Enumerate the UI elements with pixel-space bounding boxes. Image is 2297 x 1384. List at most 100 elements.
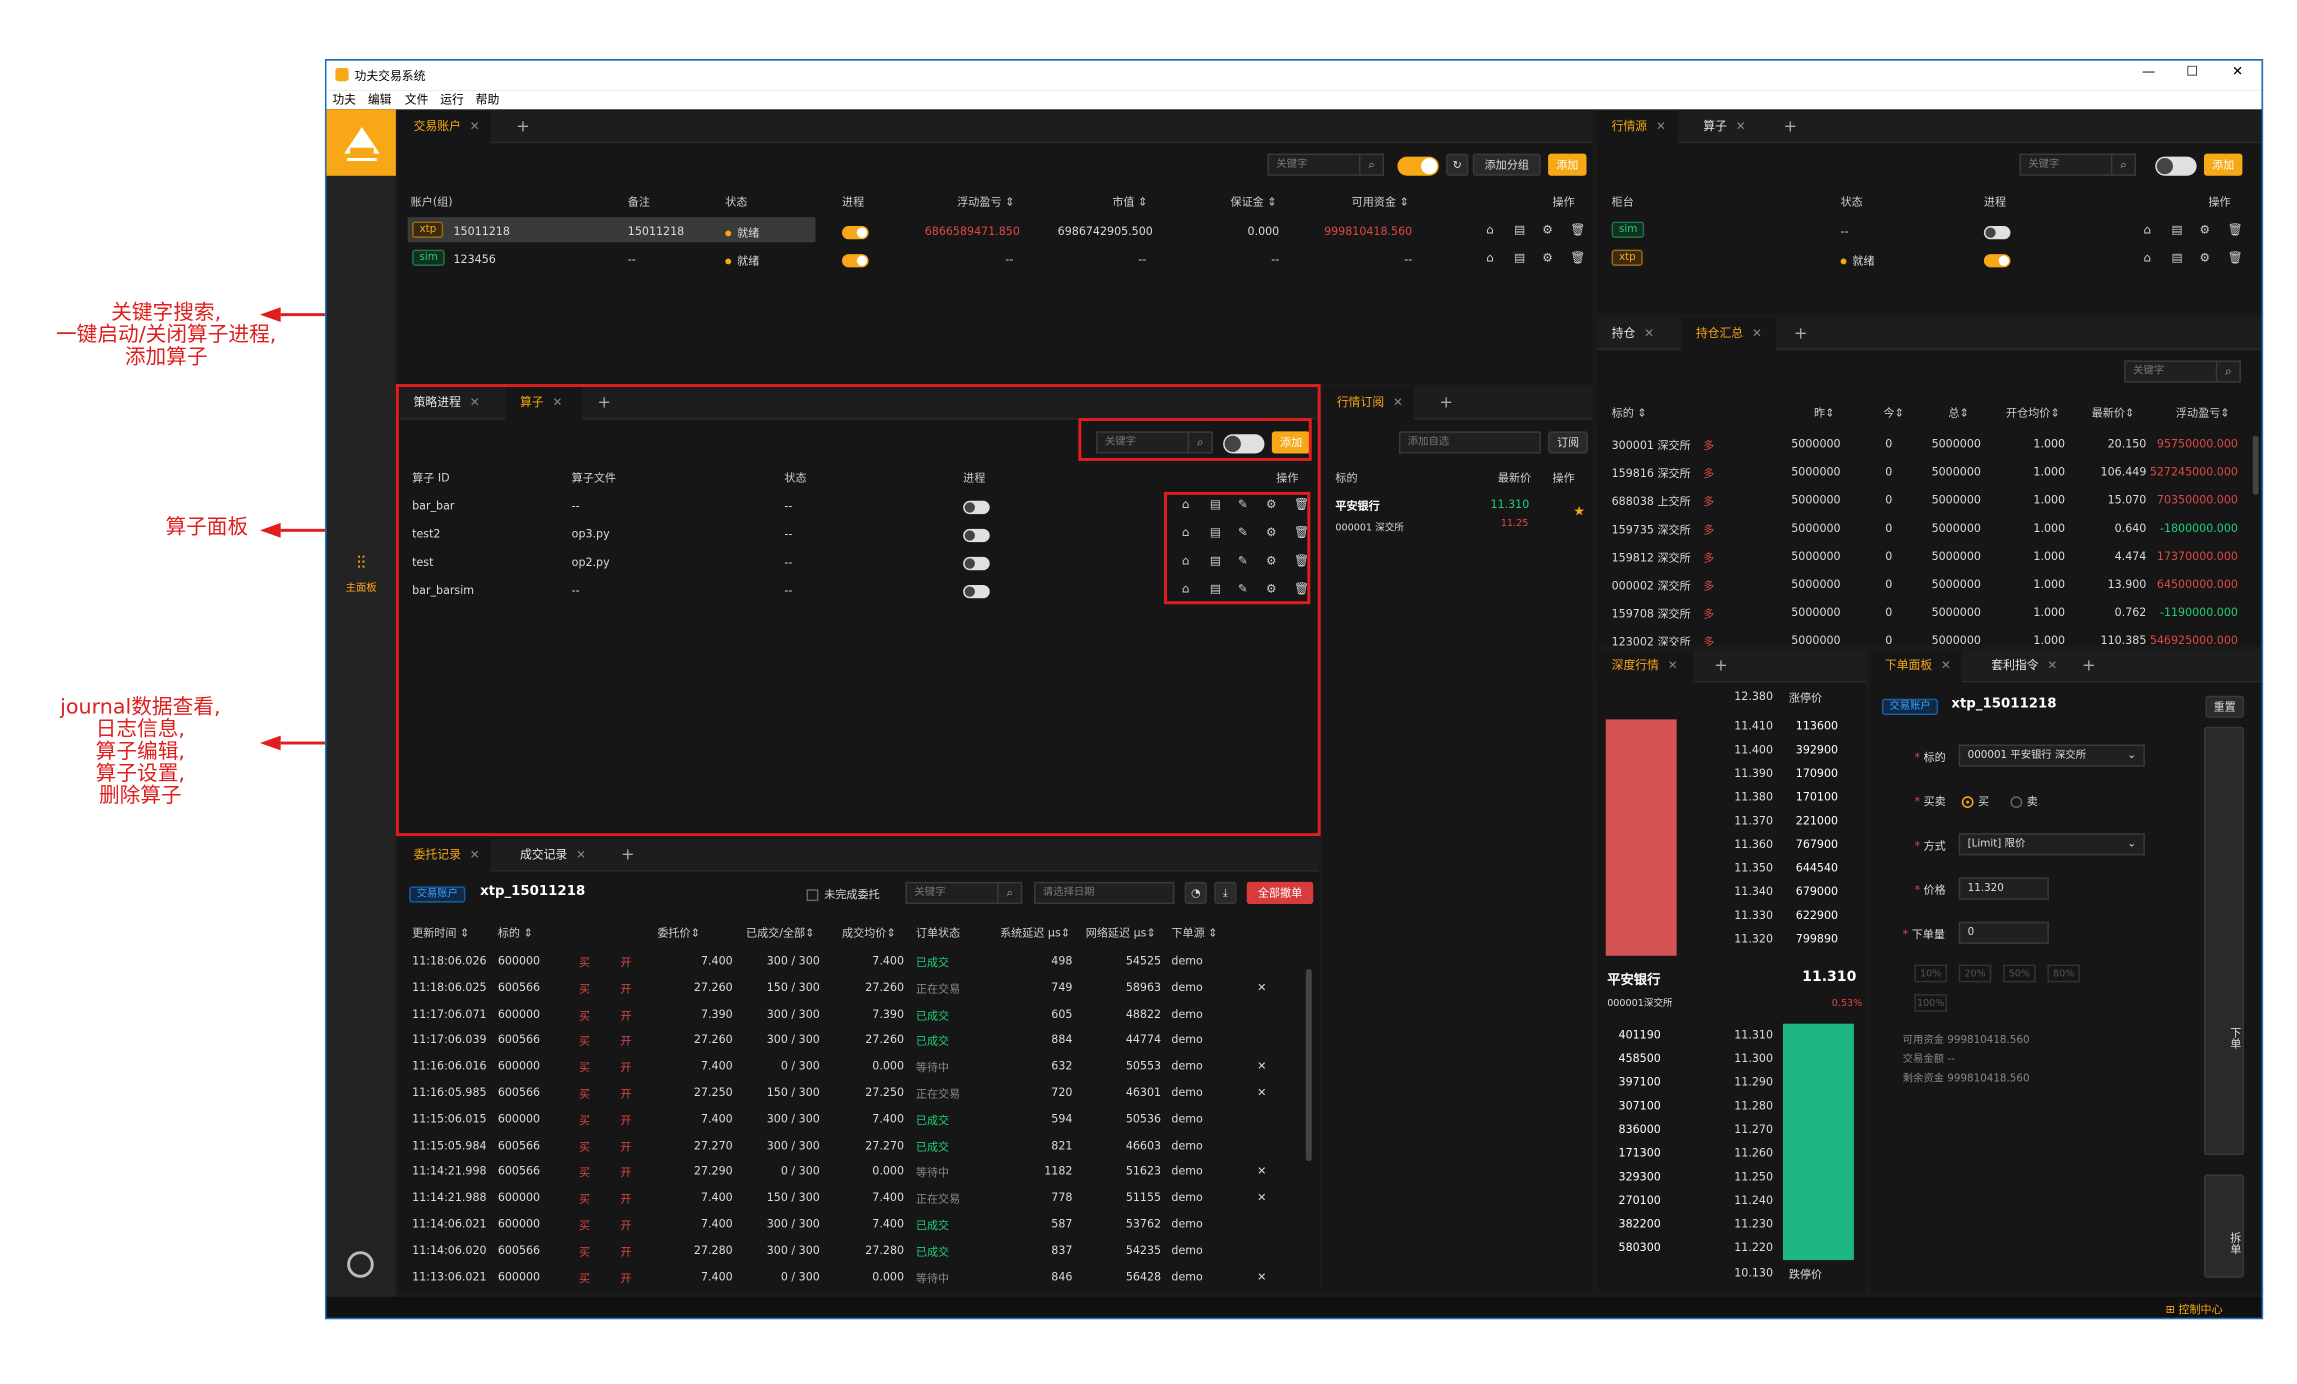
col-symbol[interactable]: 标的 ⇕ (1612, 405, 1647, 421)
col-float-pnl[interactable]: 浮动盈亏 ⇕ (957, 194, 1014, 210)
bank-icon[interactable]: ⌂ (1486, 251, 1494, 264)
process-toggle[interactable] (842, 226, 869, 240)
col-order-8[interactable]: 系统延迟 μs⇕ (1000, 925, 1070, 941)
bank-icon[interactable]: ⌂ (2143, 251, 2151, 264)
pct-50-button[interactable]: 50% (2003, 964, 2036, 983)
close-icon[interactable]: ✕ (1668, 659, 1678, 672)
sell-radio[interactable]: 卖 (2010, 793, 2038, 809)
subscribe-button[interactable]: 订阅 (1548, 431, 1588, 454)
gear-icon[interactable] (347, 1251, 374, 1278)
date-picker[interactable]: 请选择日期 (1034, 881, 1175, 905)
close-icon[interactable]: ✕ (576, 848, 586, 861)
col-order-1[interactable]: 标的 ⇕ (498, 925, 533, 941)
add-tab-button[interactable]: + (2074, 650, 2104, 682)
gear-icon[interactable]: ⚙ (2200, 251, 2211, 264)
tab-market-source[interactable]: 行情源 ✕ (1596, 110, 1679, 144)
pct-10-button[interactable]: 10% (1914, 964, 1947, 983)
close-icon[interactable]: ✕ (1644, 326, 1654, 339)
keyword-input[interactable]: 关键字 (1267, 153, 1361, 176)
close-icon[interactable]: ✕ (470, 120, 480, 133)
cancel-order-icon[interactable]: ✕ (1257, 981, 1266, 994)
col-margin[interactable]: 保证金 ⇕ (1231, 194, 1277, 210)
process-toggle[interactable] (842, 254, 869, 268)
tab-trade-accounts[interactable]: 交易账户 ✕ (398, 110, 491, 144)
document-icon[interactable]: ▤ (1514, 223, 1525, 236)
document-icon[interactable]: ▤ (1514, 251, 1525, 264)
cancel-order-icon[interactable]: ✕ (1257, 1086, 1266, 1099)
history-icon[interactable]: ◔ (1184, 881, 1207, 905)
symbol-select[interactable]: 000001 平安银行 深交所 ⌄ (1958, 744, 2145, 767)
menu-run[interactable]: 运行 (440, 92, 464, 108)
document-icon[interactable]: ▤ (2171, 251, 2182, 264)
col-float-pnl[interactable]: 浮动盈亏⇕ (2176, 405, 2230, 421)
scrollbar[interactable] (2252, 435, 2259, 495)
buy-radio[interactable]: 买 (1961, 793, 1989, 809)
tab-order-records[interactable]: 委托记录 ✕ (398, 839, 491, 872)
search-icon[interactable]: ⌕ (2110, 153, 2137, 176)
tab-depth[interactable]: 深度行情 ✕ (1596, 649, 1693, 683)
menu-kungfu[interactable]: 功夫 (332, 92, 356, 108)
gear-icon[interactable]: ⚙ (1542, 251, 1553, 264)
col-order-6[interactable]: 成交均价⇕ (842, 925, 896, 941)
col-order-5[interactable]: 已成交/全部⇕ (746, 925, 814, 941)
add-source-button[interactable]: 添加 (2203, 153, 2243, 176)
keyword-input[interactable]: 关键字 (2124, 360, 2218, 383)
bank-icon[interactable]: ⌂ (1486, 223, 1494, 236)
download-icon[interactable]: ⤓ (1214, 881, 1237, 905)
close-icon[interactable]: ✕ (1736, 120, 1746, 133)
close-icon[interactable]: ✕ (1941, 659, 1951, 672)
add-account-button[interactable]: 添加 (1548, 153, 1587, 176)
price-input[interactable]: 11.320 (1958, 877, 2049, 900)
qty-input[interactable]: 0 (1958, 921, 2049, 944)
add-tab-button[interactable]: + (1786, 318, 1816, 350)
pct-80-button[interactable]: 80% (2047, 964, 2080, 983)
keyword-input[interactable]: 关键字 (905, 881, 999, 905)
add-tab-button[interactable]: + (508, 111, 538, 143)
menu-file[interactable]: 文件 (405, 92, 429, 108)
pct-20-button[interactable]: 20% (1958, 964, 1992, 983)
main-panel-nav[interactable]: ⫶⫶ 主面板 (326, 552, 395, 611)
col-total[interactable]: 总⇕ (1948, 405, 1968, 421)
document-icon[interactable]: ▤ (2171, 223, 2182, 236)
close-icon[interactable]: ✕ (2232, 65, 2243, 80)
trash-icon[interactable]: 🗑 (2228, 223, 2243, 236)
tab-order-entry[interactable]: 下单面板 ✕ (1870, 649, 1962, 683)
close-icon[interactable]: ✕ (1393, 396, 1403, 409)
maximize-icon[interactable]: ☐ (2186, 65, 2198, 80)
add-tab-button[interactable]: + (1431, 387, 1461, 419)
add-tab-button[interactable]: + (613, 839, 643, 871)
process-toggle-all[interactable] (1397, 156, 1439, 176)
add-group-button[interactable]: 添加分组 (1472, 153, 1541, 176)
trash-icon[interactable]: 🗑 (2228, 251, 2243, 264)
tab-market-subscribe[interactable]: 行情订阅 ✕ (1322, 387, 1414, 420)
menu-help[interactable]: 帮助 (476, 92, 500, 108)
minimize-icon[interactable]: — (2142, 65, 2155, 80)
keyword-input[interactable]: 关键字 (2019, 153, 2113, 176)
col-available[interactable]: 可用资金 ⇕ (1352, 194, 1409, 210)
search-icon[interactable]: ⌕ (997, 881, 1023, 905)
search-icon[interactable]: ⌕ (2215, 360, 2241, 383)
trash-icon[interactable]: 🗑 (1570, 251, 1585, 264)
add-tab-button[interactable]: + (1706, 650, 1736, 682)
col-order-10[interactable]: 下单源 ⇕ (1171, 925, 1217, 941)
refresh-icon[interactable]: ↻ (1446, 153, 1469, 176)
col-order-9[interactable]: 网络延迟 μs⇕ (1086, 925, 1156, 941)
cancel-order-icon[interactable]: ✕ (1257, 1270, 1266, 1283)
col-order-0[interactable]: 更新时间 ⇕ (412, 925, 469, 941)
cancel-order-icon[interactable]: ✕ (1257, 1191, 1266, 1204)
star-icon[interactable]: ★ (1573, 505, 1585, 520)
cancel-order-icon[interactable]: ✕ (1257, 1165, 1266, 1178)
pct-100-button[interactable]: 100% (1914, 994, 1947, 1012)
process-toggle[interactable] (1983, 254, 2011, 268)
process-toggle[interactable] (1983, 226, 2011, 240)
close-icon[interactable]: ✕ (1656, 120, 1666, 133)
col-market-value[interactable]: 市值 ⇕ (1112, 194, 1147, 210)
gear-icon[interactable]: ⚙ (1542, 223, 1553, 236)
trash-icon[interactable]: 🗑 (1570, 223, 1585, 236)
tab-operator[interactable]: 算子 ✕ (1688, 111, 1762, 143)
mode-select[interactable]: [Limit] 限价 ⌄ (1958, 833, 2145, 856)
col-today[interactable]: 今⇕ (1883, 405, 1903, 421)
col-open-avg[interactable]: 开仓均价⇕ (2006, 405, 2060, 421)
col-last-price[interactable]: 最新价⇕ (2092, 405, 2135, 421)
close-icon[interactable]: ✕ (1752, 326, 1762, 339)
